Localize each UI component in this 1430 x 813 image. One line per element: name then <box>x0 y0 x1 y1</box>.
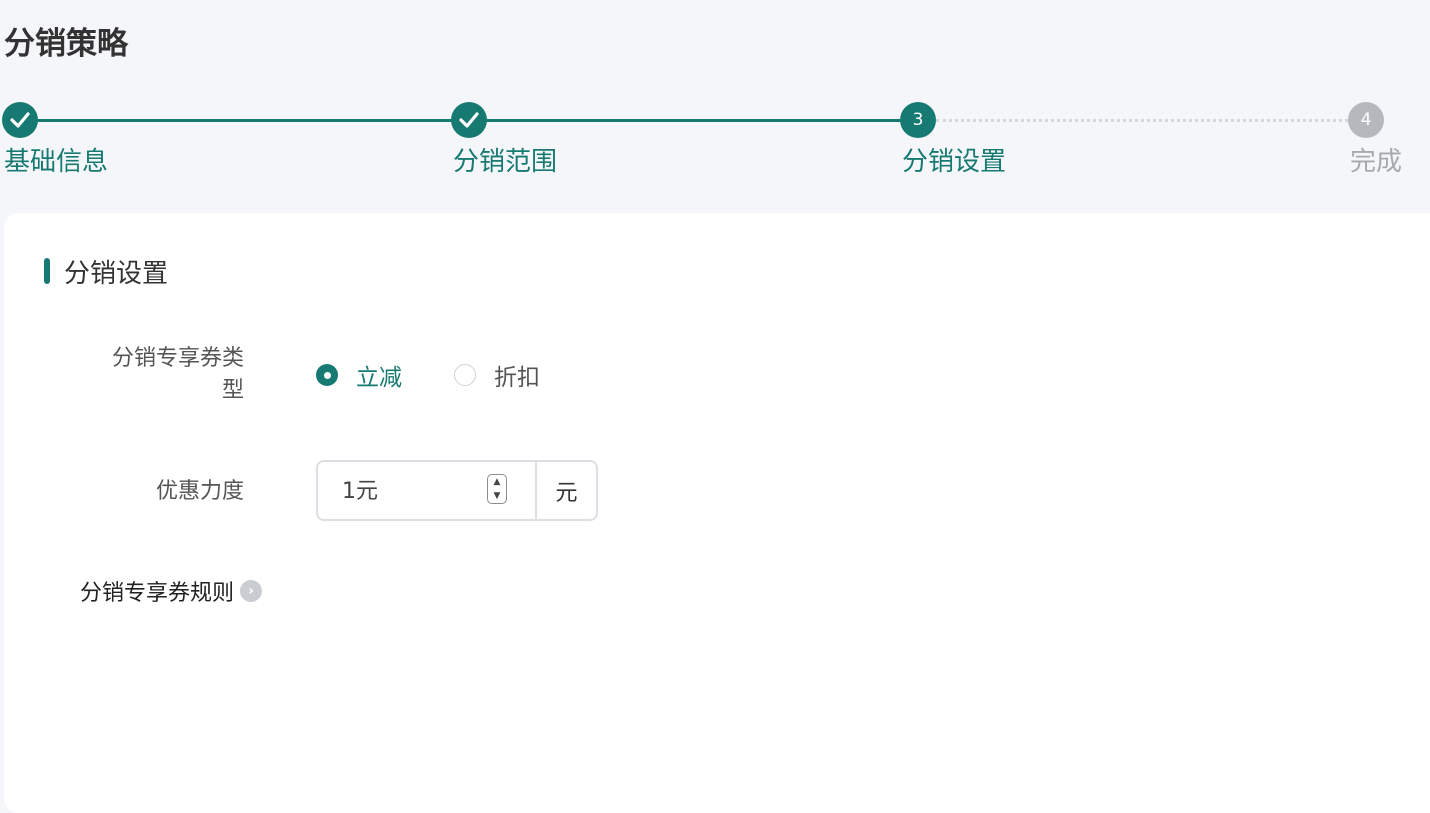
step-2-label: 分销范围 <box>453 147 558 177</box>
chevron-right-icon: › <box>240 580 263 602</box>
check-icon <box>10 112 30 128</box>
step-connector-2 <box>486 119 902 122</box>
step-4-label: 完成 <box>1350 147 1403 177</box>
step-1-label: 基础信息 <box>4 147 109 177</box>
step-4-circle: 4 <box>1348 102 1384 138</box>
step-3-label: 分销设置 <box>902 147 1007 177</box>
coupon-type-label-line2: 型 <box>221 378 244 403</box>
coupon-type-label: 分销专享券类 型 <box>84 343 244 407</box>
check-icon <box>459 112 479 128</box>
coupon-rule-link[interactable]: 分销专享券规则 › <box>80 575 263 607</box>
settings-card: 分销设置 分销专享券类 型 立减 折扣 优惠力度 ▲ ▼ 元 分销专享券规则 › <box>4 213 1430 813</box>
step-2-circle <box>451 102 487 138</box>
coupon-type-label-line1: 分销专享券类 <box>111 346 244 371</box>
discount-label: 优惠力度 <box>155 479 244 504</box>
chevron-up-icon[interactable]: ▲ <box>494 477 501 487</box>
radio-checked-icon <box>316 364 338 386</box>
radio-label: 立减 <box>356 365 402 391</box>
discount-input-wrapper: ▲ ▼ <box>318 462 537 519</box>
number-spinner-icon[interactable]: ▲ ▼ <box>487 474 507 504</box>
radio-discount[interactable]: 折扣 <box>454 358 540 392</box>
step-connector-1 <box>36 119 452 122</box>
section-header: 分销设置 <box>44 253 168 289</box>
step-1-circle <box>2 102 38 138</box>
coupon-type-radio-group: 立减 折扣 <box>316 358 592 392</box>
discount-unit-suffix: 元 <box>555 480 578 506</box>
chevron-down-icon[interactable]: ▼ <box>494 491 501 501</box>
radio-instant-reduction[interactable]: 立减 <box>316 358 402 392</box>
section-accent-bar <box>44 258 50 284</box>
radio-label: 折扣 <box>494 365 540 391</box>
progress-stepper: 基础信息 分销范围 3 分销设置 4 完成 <box>0 100 1430 190</box>
coupon-rule-label: 分销专享券规则 <box>80 581 235 606</box>
page-title: 分销策略 <box>4 26 128 62</box>
section-title: 分销设置 <box>64 258 169 289</box>
step-connector-3 <box>936 119 1348 122</box>
step-3-circle: 3 <box>900 102 936 138</box>
radio-unchecked-icon <box>454 364 476 386</box>
discount-input-group: ▲ ▼ 元 <box>316 460 598 521</box>
discount-input[interactable] <box>342 476 482 501</box>
